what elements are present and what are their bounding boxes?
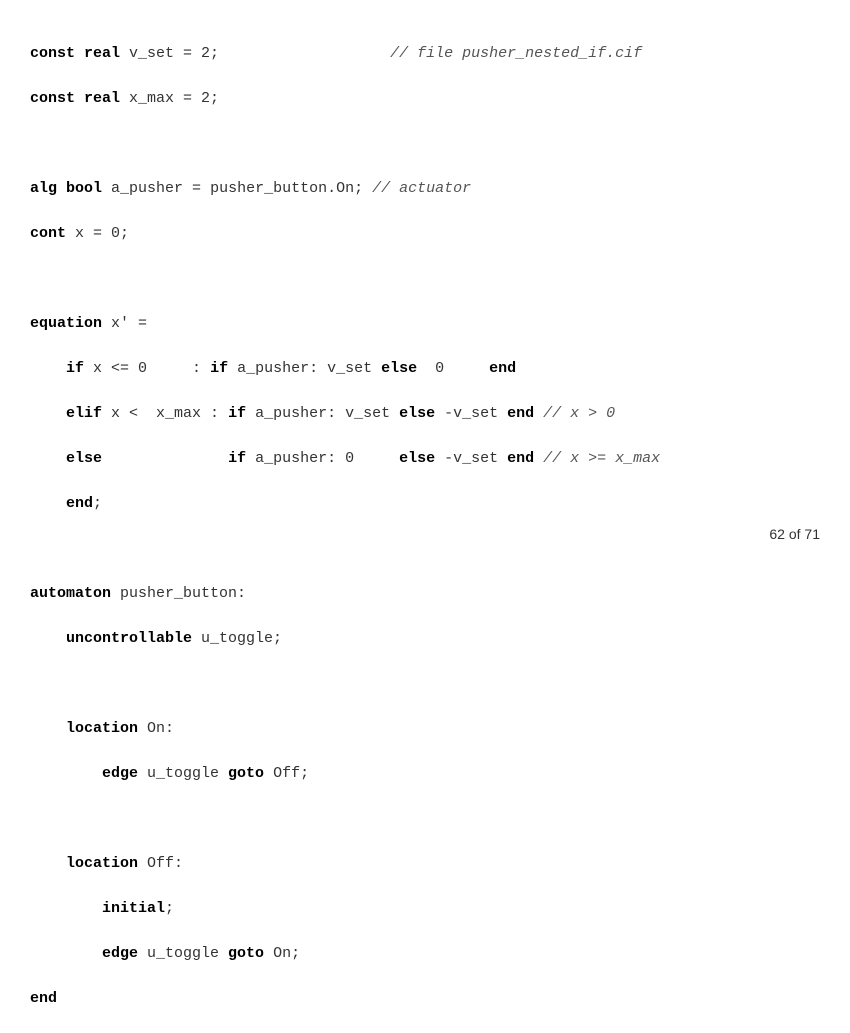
- keyword: location: [66, 855, 138, 872]
- keyword: else: [381, 360, 417, 377]
- code-line: location Off:: [30, 853, 820, 876]
- code-line: [30, 673, 820, 696]
- keyword: else: [399, 450, 435, 467]
- code-line: const real x_max = 2;: [30, 88, 820, 111]
- page-sep: of: [785, 526, 804, 542]
- code-line: location On:: [30, 718, 820, 741]
- keyword: end: [507, 450, 534, 467]
- comment: // x >= x_max: [534, 450, 660, 467]
- code-text: u_toggle: [138, 765, 228, 782]
- code-line: end: [30, 988, 820, 1011]
- code-line: alg bool a_pusher = pusher_button.On; //…: [30, 178, 820, 201]
- code-text: ;: [165, 900, 174, 917]
- code-text: x = 0;: [66, 225, 129, 242]
- keyword: edge: [102, 765, 138, 782]
- code-text: pusher_button:: [111, 585, 246, 602]
- code-line: end;: [30, 493, 820, 516]
- keyword: cont: [30, 225, 66, 242]
- keyword: if: [228, 450, 246, 467]
- indent: [30, 450, 66, 467]
- keyword: alg: [30, 180, 57, 197]
- keyword: else: [399, 405, 435, 422]
- comment: // actuator: [372, 180, 471, 197]
- code-line: [30, 133, 820, 156]
- keyword: goto: [228, 765, 264, 782]
- indent: [30, 360, 66, 377]
- indent: [30, 630, 66, 647]
- code-text: -v_set: [435, 405, 507, 422]
- code-line: uncontrollable u_toggle;: [30, 628, 820, 651]
- page-number: 62 of 71: [769, 524, 820, 545]
- code-text: -v_set: [435, 450, 507, 467]
- keyword: initial: [102, 900, 165, 917]
- code-text: ;: [93, 495, 102, 512]
- code-text: x < x_max :: [102, 405, 228, 422]
- keyword: uncontrollable: [66, 630, 192, 647]
- code-text: [102, 450, 228, 467]
- indent: [30, 945, 102, 962]
- keyword: end: [507, 405, 534, 422]
- comment: // x > 0: [534, 405, 615, 422]
- indent: [30, 765, 102, 782]
- code-line: else if a_pusher: 0 else -v_set end // x…: [30, 448, 820, 471]
- indent: [30, 900, 102, 917]
- keyword: location: [66, 720, 138, 737]
- code-line: cont x = 0;: [30, 223, 820, 246]
- indent: [30, 720, 66, 737]
- keyword: real: [84, 45, 120, 62]
- code-line: edge u_toggle goto Off;: [30, 763, 820, 786]
- code-line: automaton pusher_button:: [30, 583, 820, 606]
- code-line: if x <= 0 : if a_pusher: v_set else 0 en…: [30, 358, 820, 381]
- keyword: goto: [228, 945, 264, 962]
- code-text: u_toggle: [138, 945, 228, 962]
- code-line: equation x' =: [30, 313, 820, 336]
- comment: // file pusher_nested_if.cif: [390, 45, 642, 62]
- code-text: a_pusher: v_set: [246, 405, 399, 422]
- keyword: equation: [30, 315, 102, 332]
- keyword: elif: [66, 405, 102, 422]
- code-text: a_pusher = pusher_button.On;: [102, 180, 372, 197]
- code-line: const real v_set = 2; // file pusher_nes…: [30, 43, 820, 66]
- keyword: automaton: [30, 585, 111, 602]
- keyword: if: [210, 360, 228, 377]
- code-text: x_max = 2;: [120, 90, 219, 107]
- code-text: v_set = 2;: [120, 45, 390, 62]
- code-text: Off:: [138, 855, 183, 872]
- indent: [30, 855, 66, 872]
- code-text: x' =: [102, 315, 147, 332]
- keyword: real: [84, 90, 120, 107]
- code-text: 0: [417, 360, 489, 377]
- code-text: Off;: [264, 765, 309, 782]
- keyword: const: [30, 45, 75, 62]
- keyword: edge: [102, 945, 138, 962]
- keyword: if: [228, 405, 246, 422]
- code-text: x <= 0 :: [84, 360, 210, 377]
- indent: [30, 495, 66, 512]
- code-line: edge u_toggle goto On;: [30, 943, 820, 966]
- keyword: if: [66, 360, 84, 377]
- code-text: u_toggle;: [192, 630, 282, 647]
- keyword: const: [30, 90, 75, 107]
- code-line: initial;: [30, 898, 820, 921]
- page-total: 71: [804, 526, 820, 542]
- code-block: const real v_set = 2; // file pusher_nes…: [30, 20, 820, 1033]
- keyword: end: [66, 495, 93, 512]
- keyword: bool: [66, 180, 102, 197]
- code-text: a_pusher: 0: [246, 450, 399, 467]
- indent: [30, 405, 66, 422]
- code-line: elif x < x_max : if a_pusher: v_set else…: [30, 403, 820, 426]
- code-text: On:: [138, 720, 174, 737]
- keyword: end: [489, 360, 516, 377]
- keyword: end: [30, 990, 57, 1007]
- code-text: On;: [264, 945, 300, 962]
- code-line: [30, 268, 820, 291]
- code-text: a_pusher: v_set: [228, 360, 381, 377]
- code-line: [30, 808, 820, 831]
- page-current: 62: [769, 526, 785, 542]
- keyword: else: [66, 450, 102, 467]
- code-line: [30, 538, 820, 561]
